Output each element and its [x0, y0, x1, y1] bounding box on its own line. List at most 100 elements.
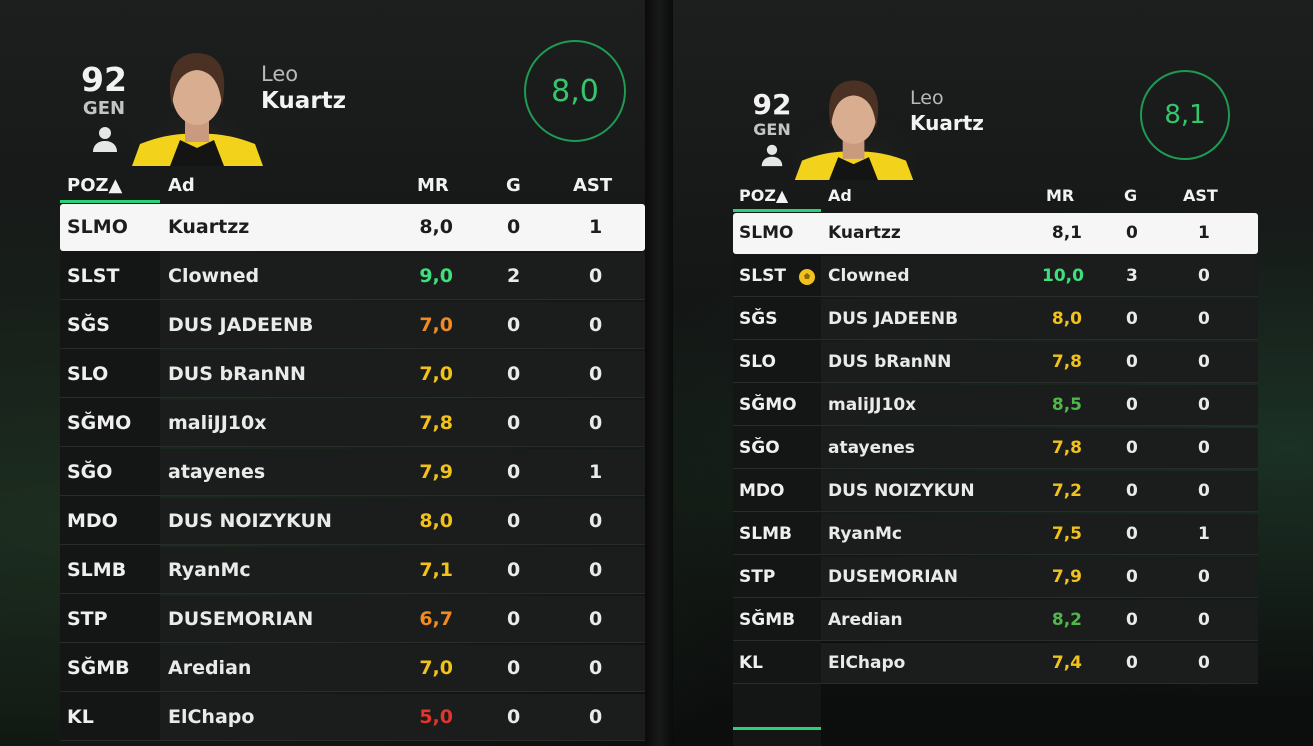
table-row-selected[interactable]: SLMO Kuartzz 8,1 0 1 [733, 213, 1258, 254]
player-first-name: Leo [910, 87, 944, 109]
row-position: SĞO [739, 438, 780, 458]
table-row[interactable]: SLMB RyanMc 7,1 0 0 [60, 547, 645, 594]
row-goals: 2 [507, 265, 521, 287]
col-header-rating[interactable]: MR [417, 175, 449, 196]
col-header-assists[interactable]: AST [1183, 186, 1218, 205]
table-row[interactable]: STP DUSEMORIAN 6,7 0 0 [60, 596, 645, 643]
sort-indicator [60, 200, 160, 203]
person-icon [760, 143, 784, 171]
row-assists: 0 [1198, 610, 1210, 630]
table-row[interactable]: SLO DUS bRanNN 7,0 0 0 [60, 351, 645, 398]
row-position: SĞMO [739, 395, 797, 415]
row-position: SLMB [739, 524, 792, 544]
row-goals: 0 [507, 461, 521, 483]
row-player-name: RyanMc [828, 524, 902, 544]
table-row[interactable]: KL ElChapo 5,0 0 0 [60, 694, 645, 741]
table-row[interactable]: SĞMO maliJJ10x 7,8 0 0 [60, 400, 645, 447]
row-position: KL [67, 706, 94, 728]
col-header-goals[interactable]: G [506, 175, 521, 196]
row-match-rating: 5,0 [419, 706, 453, 728]
row-player-name: RyanMc [168, 559, 251, 581]
row-goals: 0 [507, 706, 521, 728]
row-player-name: maliJJ10x [828, 395, 917, 415]
row-match-rating: 7,0 [419, 363, 453, 385]
row-position: SĞMO [67, 412, 132, 434]
col-header-name[interactable]: Ad [168, 175, 195, 196]
table-row[interactable]: STP DUSEMORIAN 7,9 0 0 [733, 557, 1258, 598]
row-assists: 0 [589, 608, 603, 630]
row-player-name: Kuartzz [168, 216, 250, 238]
col-header-assists[interactable]: AST [573, 175, 612, 196]
table-row[interactable]: MDO DUS NOIZYKUN 8,0 0 0 [60, 498, 645, 545]
table-row[interactable]: SLMB RyanMc 7,5 0 1 [733, 514, 1258, 555]
col-header-pos[interactable]: POZ▲ [67, 175, 122, 196]
row-divider [60, 544, 645, 545]
table-row[interactable]: SĞO atayenes 7,8 0 0 [733, 428, 1258, 469]
row-player-name: DUSEMORIAN [828, 567, 958, 587]
row-divider [733, 640, 1258, 641]
col-header-pos[interactable]: POZ▲ [739, 186, 788, 205]
table-row[interactable]: SLST Clowned 9,0 2 0 [60, 253, 645, 300]
table-row[interactable]: SĞS DUS JADEENB 7,0 0 0 [60, 302, 645, 349]
table-row-selected[interactable]: SLMO Kuartzz 8,0 0 1 [60, 204, 645, 251]
row-match-rating: 7,8 [1051, 352, 1082, 372]
row-goals: 0 [1126, 481, 1138, 501]
col-header-goals[interactable]: G [1124, 186, 1137, 205]
row-goals: 0 [507, 363, 521, 385]
table-row[interactable]: KL ElChapo 7,4 0 0 [733, 643, 1258, 684]
panel-divider [645, 0, 673, 746]
col-header-rating[interactable]: MR [1046, 186, 1074, 205]
row-match-rating: 10,0 [1042, 266, 1084, 286]
row-match-rating: 8,1 [1051, 223, 1082, 243]
row-player-name: DUS JADEENB [828, 309, 959, 329]
row-player-name: atayenes [828, 438, 915, 458]
row-match-rating: 7,4 [1051, 653, 1082, 673]
row-match-rating: 9,0 [419, 265, 453, 287]
table-row[interactable]: SĞS DUS JADEENB 8,0 0 0 [733, 299, 1258, 340]
row-match-rating: 6,7 [419, 608, 453, 630]
row-divider [733, 597, 1258, 598]
row-position: SLST [67, 265, 120, 287]
row-match-rating: 8,2 [1051, 610, 1082, 630]
row-goals: 0 [1126, 653, 1138, 673]
row-divider [733, 425, 1258, 426]
row-match-rating: 7,0 [419, 314, 453, 336]
row-goals: 0 [1126, 567, 1138, 587]
row-position: SLST [739, 266, 786, 286]
row-divider [60, 642, 645, 643]
table-row[interactable]: SĞMB Aredian 7,0 0 0 [60, 645, 645, 692]
table-row[interactable]: SĞO atayenes 7,9 0 1 [60, 449, 645, 496]
table-row[interactable]: SLST Clowned 10,0 3 0 [733, 256, 1258, 297]
row-match-rating: 8,5 [1051, 395, 1082, 415]
row-goals: 0 [507, 216, 521, 238]
player-first-name: Leo [261, 62, 299, 86]
overall-label: GEN [82, 98, 126, 119]
col-header-name[interactable]: Ad [828, 186, 852, 205]
row-player-name: ElChapo [828, 653, 906, 673]
table-row[interactable]: SLO DUS bRanNN 7,8 0 0 [733, 342, 1258, 383]
row-position: SLMO [67, 216, 128, 238]
row-position: SLO [67, 363, 109, 385]
row-match-rating: 8,0 [419, 216, 453, 238]
motm-ball-icon [798, 268, 816, 290]
player-ratings-panel-left: 92 GEN Leo Kuartz 8,0 POZ▲ Ad MR G AST S… [0, 0, 645, 746]
row-player-name: Kuartzz [828, 223, 901, 243]
row-position: MDO [67, 510, 118, 532]
table-row[interactable]: MDO DUS NOIZYKUN 7,2 0 0 [733, 471, 1258, 512]
row-player-name: DUS NOIZYKUN [168, 510, 332, 532]
row-player-name: Aredian [828, 610, 903, 630]
row-match-rating: 7,8 [1051, 438, 1082, 458]
row-position: STP [739, 567, 776, 587]
row-match-rating: 8,0 [1051, 309, 1082, 329]
row-assists: 0 [589, 706, 603, 728]
row-divider [60, 691, 645, 692]
row-assists: 0 [589, 559, 603, 581]
table-row[interactable]: SĞMO maliJJ10x 8,5 0 0 [733, 385, 1258, 426]
row-divider [733, 683, 1258, 684]
row-match-rating: 7,9 [1051, 567, 1082, 587]
row-position: MDO [739, 481, 785, 501]
row-divider [60, 397, 645, 398]
table-row[interactable]: SĞMB Aredian 8,2 0 0 [733, 600, 1258, 641]
row-assists: 0 [589, 314, 603, 336]
row-match-rating: 7,5 [1051, 524, 1082, 544]
